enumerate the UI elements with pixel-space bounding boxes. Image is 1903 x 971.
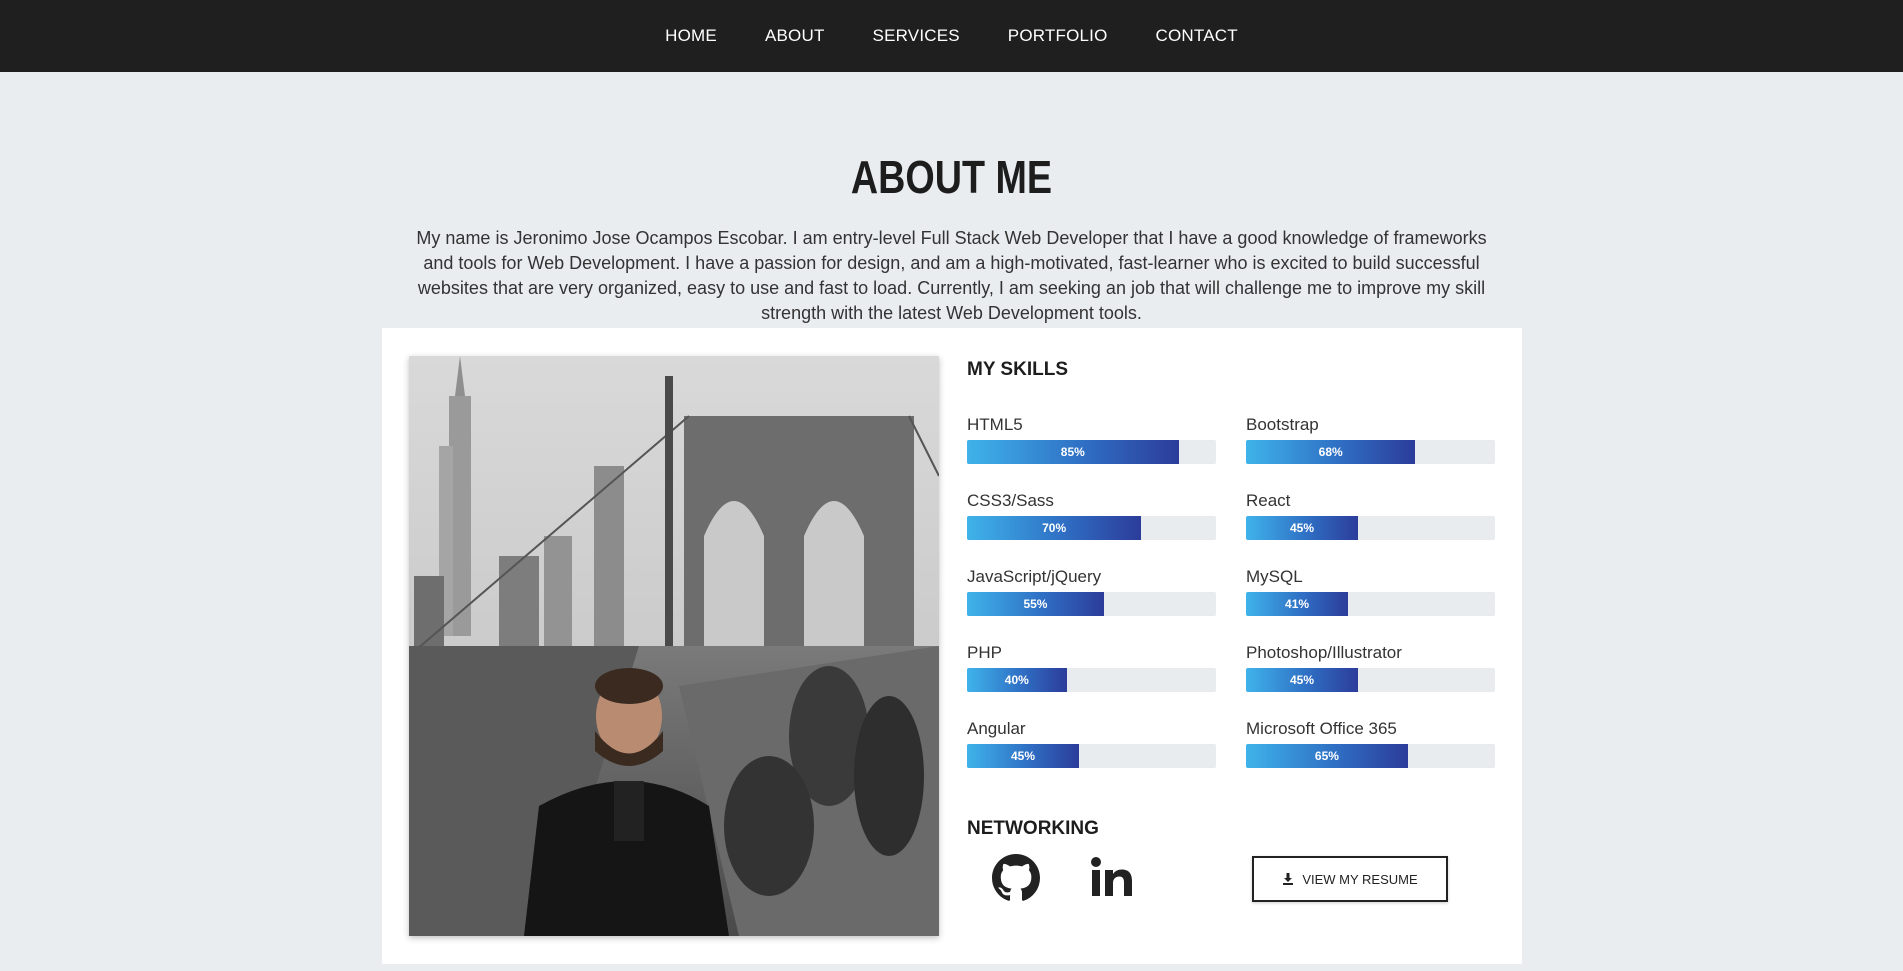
page-title: ABOUT ME xyxy=(850,151,1053,203)
skills-grid: HTML5 85% Bootstrap 68% CSS3/Sass 70% Re… xyxy=(967,413,1495,793)
profile-photo-image xyxy=(409,356,939,936)
skill-bar-fill: 45% xyxy=(967,744,1080,768)
github-icon xyxy=(992,854,1040,901)
github-link[interactable] xyxy=(992,854,1040,902)
view-resume-button[interactable]: VIEW MY RESUME xyxy=(1252,856,1448,902)
skill-item: CSS3/Sass 70% xyxy=(967,489,1216,565)
skill-label: Bootstrap xyxy=(1246,415,1319,434)
skill-bar: 65% xyxy=(1246,744,1495,768)
nav-portfolio[interactable]: PORTFOLIO xyxy=(1008,26,1108,46)
skill-item: MySQL 41% xyxy=(1246,565,1495,641)
skill-label: JavaScript/jQuery xyxy=(967,567,1102,586)
skill-bar-fill: 65% xyxy=(1246,744,1408,768)
nav-contact[interactable]: CONTACT xyxy=(1156,26,1238,46)
skill-item: React 45% xyxy=(1246,489,1495,565)
skill-bar-fill: 41% xyxy=(1246,592,1349,616)
skill-label: Photoshop/Illustrator xyxy=(1246,643,1402,662)
skill-label: Microsoft Office 365 xyxy=(1246,719,1397,738)
skill-bar: 70% xyxy=(967,516,1216,540)
skill-bar-fill: 85% xyxy=(967,440,1179,464)
skill-label: React xyxy=(1246,491,1291,510)
skill-bar: 68% xyxy=(1246,440,1495,464)
view-resume-label: VIEW MY RESUME xyxy=(1302,871,1418,887)
about-card: MY SKILLS HTML5 85% Bootstrap 68% CSS3/S… xyxy=(382,328,1522,964)
skill-bar-fill: 68% xyxy=(1246,440,1416,464)
skill-item: Bootstrap 68% xyxy=(1246,413,1495,489)
nav-home[interactable]: HOME xyxy=(665,26,717,46)
skill-label: HTML5 xyxy=(967,415,1023,434)
skill-bar-fill: 45% xyxy=(1246,668,1359,692)
skill-bar: 45% xyxy=(1246,668,1495,692)
linkedin-icon xyxy=(1091,857,1132,896)
download-icon xyxy=(1283,873,1294,885)
skill-item: Microsoft Office 365 65% xyxy=(1246,717,1495,793)
profile-photo xyxy=(409,356,939,936)
skills-heading: MY SKILLS xyxy=(967,359,1068,380)
skill-bar-fill: 40% xyxy=(967,668,1067,692)
skill-item: PHP 40% xyxy=(967,641,1216,717)
skill-bar: 41% xyxy=(1246,592,1495,616)
skill-item: Angular 45% xyxy=(967,717,1216,793)
skill-label: CSS3/Sass xyxy=(967,491,1054,510)
nav-about[interactable]: ABOUT xyxy=(765,26,825,46)
skill-bar: 45% xyxy=(1246,516,1495,540)
skill-bar: 40% xyxy=(967,668,1216,692)
nav-services[interactable]: SERVICES xyxy=(873,26,960,46)
skill-bar-fill: 45% xyxy=(1246,516,1359,540)
linkedin-link[interactable] xyxy=(1088,854,1136,902)
skill-label: PHP xyxy=(967,643,1002,662)
top-navigation: HOME ABOUT SERVICES PORTFOLIO CONTACT xyxy=(0,0,1903,72)
about-intro-text: My name is Jeronimo Jose Ocampos Escobar… xyxy=(416,228,1487,323)
skill-bar: 85% xyxy=(967,440,1216,464)
skill-item: JavaScript/jQuery 55% xyxy=(967,565,1216,641)
skill-label: MySQL xyxy=(1246,567,1303,586)
skill-bar: 55% xyxy=(967,592,1216,616)
skill-bar: 45% xyxy=(967,744,1216,768)
networking-heading: NETWORKING xyxy=(967,818,1099,839)
skill-bar-fill: 55% xyxy=(967,592,1104,616)
skill-bar-fill: 70% xyxy=(967,516,1142,540)
skill-item: Photoshop/Illustrator 45% xyxy=(1246,641,1495,717)
skill-label: Angular xyxy=(967,719,1026,738)
skill-item: HTML5 85% xyxy=(967,413,1216,489)
